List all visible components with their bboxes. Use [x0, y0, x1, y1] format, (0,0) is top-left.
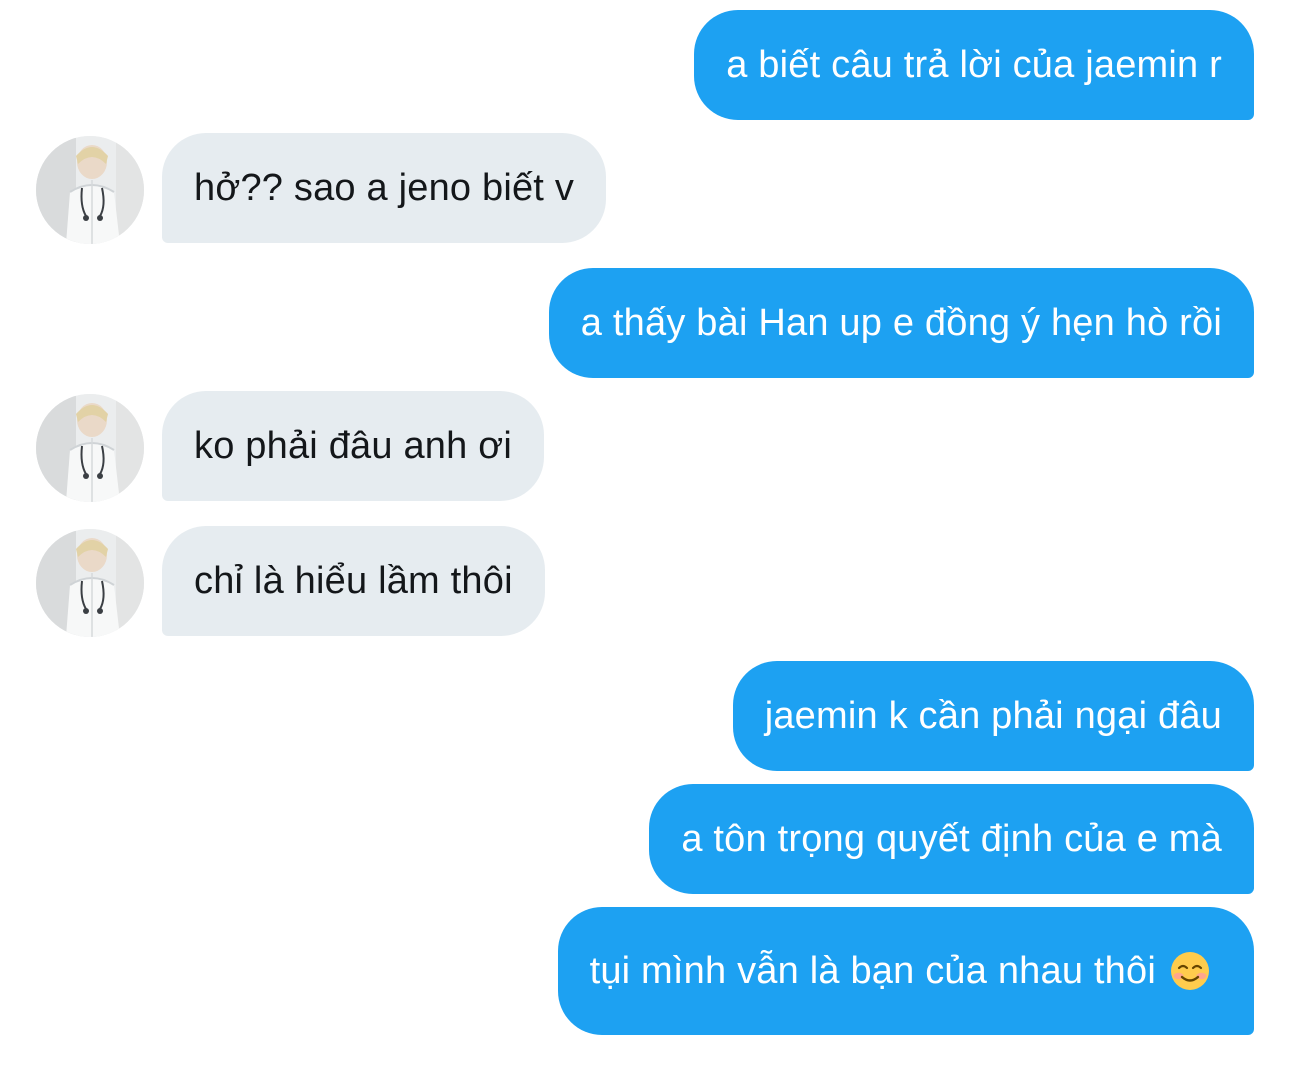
conversation-thread: a biết câu trả lời của jaemin r hở?? sao…: [0, 0, 1290, 1070]
message-text: hở?? sao a jeno biết v: [194, 166, 575, 209]
smiling-face-icon: [1170, 951, 1210, 991]
avatar-photo: [36, 394, 144, 502]
outgoing-message-bubble[interactable]: tụi mình vẫn là bạn của nhau thôi: [557, 907, 1254, 1035]
avatar-photo: [36, 136, 144, 244]
message-text: tụi mình vẫn là bạn của nhau thôi: [589, 949, 1156, 992]
contact-avatar[interactable]: [36, 394, 144, 502]
outgoing-message-bubble[interactable]: jaemin k cần phải ngại đâu: [732, 661, 1254, 771]
message-row: hở?? sao a jeno biết v: [0, 133, 1290, 245]
outgoing-message-bubble[interactable]: a thấy bài Han up e đồng ý hẹn hò rồi: [548, 268, 1254, 378]
contact-avatar[interactable]: [36, 136, 144, 244]
message-text: a biết câu trả lời của jaemin r: [726, 43, 1222, 86]
incoming-message-bubble[interactable]: chỉ là hiểu lầm thôi: [162, 526, 545, 636]
incoming-message-bubble[interactable]: ko phải đâu anh ơi: [162, 391, 544, 501]
message-text: a thấy bài Han up e đồng ý hẹn hò rồi: [580, 301, 1222, 344]
message-row: ko phải đâu anh ơi: [0, 391, 1290, 503]
message-text: a tôn trọng quyết định của e mà: [681, 817, 1222, 860]
message-text: chỉ là hiểu lầm thôi: [194, 559, 513, 602]
message-row: a tôn trọng quyết định của e mà: [0, 784, 1290, 896]
message-row: chỉ là hiểu lầm thôi: [0, 526, 1290, 638]
message-text: jaemin k cần phải ngại đâu: [764, 694, 1222, 737]
message-row: a biết câu trả lời của jaemin r: [0, 10, 1290, 122]
message-row: jaemin k cần phải ngại đâu: [0, 661, 1290, 773]
outgoing-message-bubble[interactable]: a tôn trọng quyết định của e mà: [649, 784, 1254, 894]
message-text: ko phải đâu anh ơi: [194, 424, 512, 467]
incoming-message-bubble[interactable]: hở?? sao a jeno biết v: [162, 133, 607, 243]
message-row: tụi mình vẫn là bạn của nhau thôi: [0, 907, 1290, 1037]
contact-avatar[interactable]: [36, 529, 144, 637]
message-row: a thấy bài Han up e đồng ý hẹn hò rồi: [0, 268, 1290, 380]
outgoing-message-bubble[interactable]: a biết câu trả lời của jaemin r: [694, 10, 1254, 120]
avatar-photo: [36, 529, 144, 637]
